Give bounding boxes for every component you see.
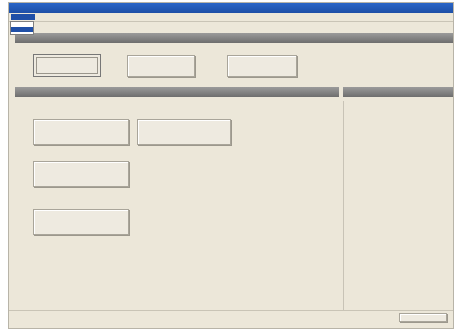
menu-item-2[interactable] xyxy=(31,14,55,20)
left-button-4[interactable] xyxy=(33,209,129,235)
left-button-1[interactable] xyxy=(33,119,129,145)
menu-dropdown xyxy=(10,21,34,35)
menu-bar xyxy=(9,13,453,22)
menu-item-3[interactable] xyxy=(53,14,77,20)
right-panel xyxy=(343,101,453,311)
top-section-header xyxy=(15,33,453,43)
right-section-header xyxy=(343,87,453,97)
top-button-1[interactable] xyxy=(33,54,101,77)
top-button-2[interactable] xyxy=(127,55,195,77)
status-action-button[interactable] xyxy=(399,313,447,322)
top-button-3[interactable] xyxy=(227,55,297,77)
left-section-header xyxy=(15,87,339,97)
left-button-3[interactable] xyxy=(33,161,129,187)
left-button-2[interactable] xyxy=(137,119,231,145)
dropdown-item-2[interactable] xyxy=(11,27,33,32)
status-bar xyxy=(9,310,453,328)
title-bar xyxy=(9,3,453,13)
application-window xyxy=(8,2,454,329)
